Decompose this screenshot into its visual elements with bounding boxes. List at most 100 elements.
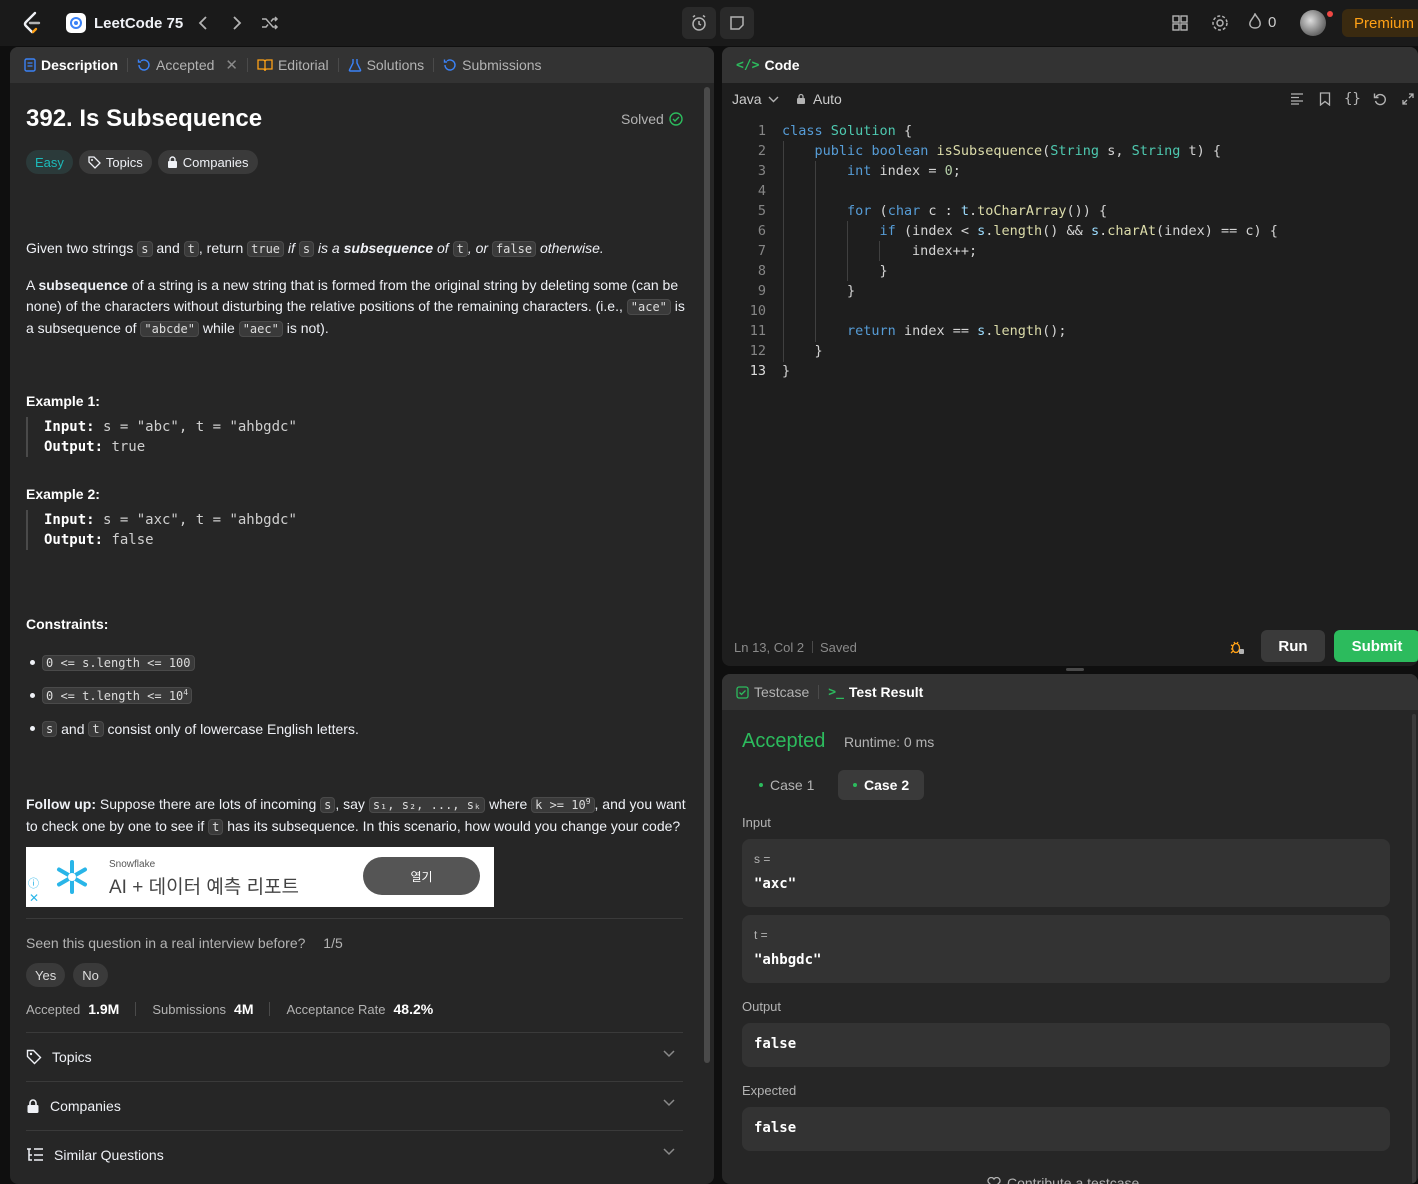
tab-test-result[interactable]: >_ Test Result (824, 684, 927, 700)
case-2-tab[interactable]: Case 2 (838, 770, 925, 800)
book-icon (257, 59, 273, 72)
problem-tags: Easy Topics Companies (26, 150, 258, 174)
list-item: s and t consist only of lowercase Englis… (26, 712, 359, 745)
code-line: } (879, 263, 888, 279)
layout-grid-icon[interactable] (1169, 12, 1191, 34)
code-line: int index = 0; (847, 163, 961, 179)
tab-editorial[interactable]: Editorial (253, 57, 333, 73)
expected-box: false (742, 1107, 1390, 1151)
lock-icon (797, 93, 805, 104)
autocomplete-mode[interactable]: Auto (796, 91, 842, 107)
terminal-icon: >_ (828, 684, 844, 700)
description-panel: Description Accepted ✕ Editorial Solutio… (10, 47, 714, 1184)
notification-dot (1327, 11, 1333, 17)
debugger-bug-icon[interactable] (1229, 639, 1245, 655)
subsequence-definition: A subsequence of a string is a new strin… (26, 277, 685, 337)
solved-status: Solved (621, 111, 683, 127)
leetcode-logo-icon[interactable] (21, 11, 43, 35)
language-select[interactable]: Java (732, 91, 779, 107)
line-number: 9 (757, 283, 766, 299)
ad-headline: AI + 데이터 예측 리포트 (109, 877, 300, 898)
topics-accordion[interactable]: Topics (26, 1033, 683, 1081)
format-align-icon[interactable] (1290, 93, 1304, 105)
interview-question: Seen this question in a real interview b… (26, 935, 343, 951)
problem-list-icon[interactable] (66, 13, 86, 33)
cursor-position: Ln 13, Col 2 (734, 639, 805, 655)
list-item: 0 <= s.length <= 100 (26, 646, 359, 679)
result-scrollbar[interactable] (1412, 714, 1416, 1184)
user-avatar[interactable] (1300, 10, 1326, 36)
input-s-box: s = "axc" (742, 839, 1390, 907)
companies-pill[interactable]: Companies (157, 150, 258, 174)
ad-close-icon[interactable]: ✕ (29, 891, 39, 905)
code-line: return index == s.length(); (847, 323, 1067, 339)
result-panel: Testcase >_ Test Result Accepted Runtime… (722, 674, 1418, 1184)
advertisement-banner[interactable]: ⓘ ✕ Snowflake AI + 데이터 예측 리포트 열기 (26, 847, 494, 907)
flask-icon (348, 59, 361, 72)
bookmark-icon[interactable] (1319, 92, 1331, 106)
line-number: 5 (757, 203, 766, 219)
problem-title[interactable]: 392. Is Subsequence (26, 105, 262, 133)
topics-pill[interactable]: Topics (78, 150, 152, 174)
line-number: 8 (757, 263, 766, 279)
chevron-down-icon (663, 1148, 675, 1156)
tab-solutions[interactable]: Solutions (344, 57, 429, 73)
input-s-value: "axc" (754, 876, 797, 892)
similar-questions-accordion[interactable]: Similar Questions (26, 1131, 683, 1179)
problem-list-title[interactable]: LeetCode 75 (94, 15, 183, 32)
code-panel: </> Code Java Auto {} 1 2 3 4 5 6 7 8 9 10 11 12 13 … (722, 47, 1418, 666)
description-scrollbar[interactable] (704, 87, 710, 1063)
tab-description[interactable]: Description (20, 57, 122, 73)
line-number: 4 (757, 183, 766, 199)
line-number: 3 (757, 163, 766, 179)
lock-icon (27, 1098, 39, 1113)
timer-button[interactable] (682, 7, 716, 39)
example-2: Input: s = "axc", t = "ahbgdc" Output: f… (26, 510, 297, 550)
braces-icon[interactable]: {} (1344, 91, 1361, 107)
note-icon (730, 16, 744, 30)
close-tab-icon[interactable]: ✕ (225, 56, 238, 74)
expand-icon[interactable] (1402, 93, 1414, 105)
code-line: } (847, 283, 856, 299)
no-button[interactable]: No (73, 963, 108, 987)
notes-button[interactable] (720, 7, 754, 39)
tab-testcase[interactable]: Testcase (732, 684, 813, 700)
shuffle-icon[interactable] (259, 12, 281, 34)
line-number: 2 (757, 143, 766, 159)
reset-icon[interactable] (1373, 92, 1387, 106)
tab-submissions[interactable]: Submissions (439, 57, 545, 73)
ad-open-button[interactable]: 열기 (363, 857, 480, 895)
snowflake-logo-icon (57, 860, 87, 894)
output-box: false (742, 1023, 1390, 1067)
tab-code[interactable]: </> Code (732, 57, 803, 73)
output-label: Output (742, 999, 782, 1014)
example-1: Input: s = "abc", t = "ahbgdc" Output: t… (26, 417, 297, 457)
submit-button[interactable]: Submit (1334, 630, 1418, 662)
result-panel-tabs: Testcase >_ Test Result (722, 674, 1418, 710)
editor-toolbar: Java Auto {} (722, 83, 1418, 115)
premium-button[interactable]: Premium (1342, 9, 1418, 37)
yes-button[interactable]: Yes (26, 963, 66, 987)
streak-counter[interactable]: 0 (1248, 13, 1276, 31)
list-item: 0 <= t.length <= 104 (26, 679, 359, 712)
prev-problem-icon[interactable] (192, 12, 214, 34)
run-button[interactable]: Run (1261, 630, 1325, 662)
contribute-testcase-link[interactable]: Contribute a testcase (987, 1175, 1139, 1184)
tab-accepted[interactable]: Accepted ✕ (133, 56, 242, 74)
settings-gear-icon[interactable] (1209, 12, 1231, 34)
input-t-value: "ahbgdc" (754, 952, 822, 968)
ad-info-icon[interactable]: ⓘ (28, 875, 39, 891)
top-navigation: LeetCode 75 0 Premium (0, 0, 1418, 46)
code-panel-header: </> Code (722, 47, 1418, 83)
tag-icon (26, 1049, 42, 1065)
panel-resize-handle[interactable] (1066, 668, 1084, 671)
constraints-heading: Constraints: (26, 616, 109, 632)
case-1-tab[interactable]: Case 1 (744, 770, 829, 800)
line-number: 13 (749, 363, 766, 379)
next-problem-icon[interactable] (226, 12, 248, 34)
expected-label: Expected (742, 1083, 797, 1098)
verdict-accepted: Accepted (742, 730, 826, 752)
code-line: if (index < s.length() && s.charAt(index… (879, 223, 1278, 239)
line-number: 11 (749, 323, 766, 339)
companies-accordion[interactable]: Companies (26, 1082, 683, 1130)
